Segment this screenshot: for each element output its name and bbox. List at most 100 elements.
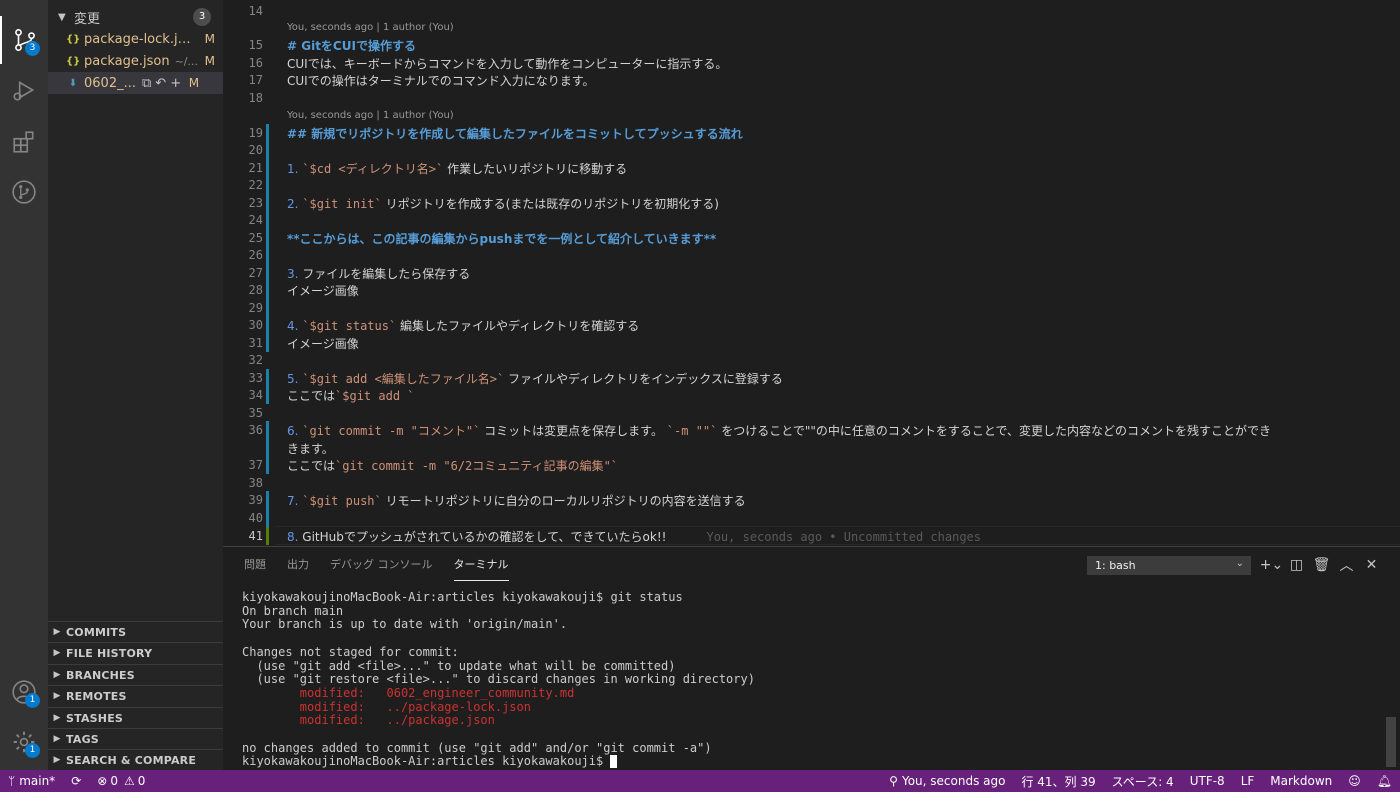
section-file-history[interactable]: ▶ FILE HISTORY — [48, 642, 223, 663]
panel-tabs: 問題 出力 デバッグ コンソール ターミナル — [223, 547, 509, 581]
maximize-panel-icon[interactable]: ︿ — [1334, 555, 1359, 575]
run-debug-icon — [13, 81, 35, 101]
line-number: 30 — [248, 318, 263, 332]
extensions-icon — [13, 131, 34, 153]
terminal-line: (use "git restore <file>..." to discard … — [242, 672, 755, 687]
list-number: 1. — [287, 161, 299, 176]
inline-code: `git commit -m "コメント"` — [302, 423, 481, 438]
changed-file-row[interactable]: {} package-lock.js... M — [48, 28, 223, 50]
changed-file-row[interactable]: ⬇ 0602_... ⧉ ↶ + M — [48, 72, 223, 94]
file-name: 0602_... — [84, 75, 136, 91]
line-text: GitHubでプッシュがされているかの確認をして、できていたらok!! — [302, 529, 667, 544]
line-number: 16 — [248, 56, 263, 70]
line-number: 17 — [248, 73, 263, 87]
close-panel-icon[interactable]: ✕ — [1359, 555, 1384, 575]
section-search-compare[interactable]: ▶ SEARCH & COMPARE — [48, 749, 223, 770]
tab-problems[interactable]: 問題 — [244, 547, 266, 581]
feedback-button[interactable]: ☺ — [1340, 770, 1369, 792]
line-text: 編集したファイルやディレクトリを確認する — [400, 318, 640, 333]
section-label: SEARCH & COMPARE — [66, 753, 197, 767]
code-line-wrap: きます。 — [223, 439, 1400, 457]
open-file-icon[interactable]: ⧉ — [142, 76, 151, 91]
trash-icon[interactable]: 🗑 — [1309, 555, 1334, 575]
terminal-select[interactable]: 1: bash ⌄ — [1087, 556, 1251, 575]
code-line: 33 5. `$git add <編集したファイル名>` ファイルやディレクトリを… — [223, 369, 1400, 387]
line-number: 35 — [248, 406, 263, 420]
line-text: をつけることで""の中に任意のコメントをすることで、変更した内容などのコメントを… — [721, 423, 1272, 438]
git-branch-icon: ᛘ — [8, 774, 16, 788]
chevron-right-icon: ▶ — [53, 627, 61, 637]
error-icon: ⊗ — [97, 774, 108, 788]
line-text: イメージ画像 — [287, 283, 359, 298]
notifications-button[interactable]: 🔔︎ — [1369, 770, 1400, 792]
sync-icon: ⟳ — [71, 774, 82, 788]
line-number: 28 — [248, 283, 263, 297]
blame-status[interactable]: ⚲ You, seconds ago — [881, 770, 1013, 792]
line-number: 40 — [248, 511, 263, 525]
line-text: CUIでの操作はターミナルでのコマンド入力になります。 — [287, 73, 595, 88]
encoding[interactable]: UTF-8 — [1182, 770, 1233, 792]
blame-annotation[interactable]: You, seconds ago | 1 author (You) — [287, 110, 454, 124]
list-number: 5. — [287, 371, 299, 386]
section-stashes[interactable]: ▶ STASHES — [48, 707, 223, 728]
stage-changes-icon[interactable]: + — [170, 76, 181, 91]
problems-indicator[interactable]: ⊗ 0 ⚠ 0 — [89, 770, 153, 792]
changes-header[interactable]: ▼ 変更 3 — [48, 6, 223, 28]
section-commits[interactable]: ▶ COMMITS — [48, 621, 223, 642]
code-line: 22 — [223, 176, 1400, 194]
git-graph-activity[interactable] — [0, 168, 48, 216]
line-number: 18 — [248, 91, 263, 105]
terminal-cursor — [610, 755, 618, 769]
code-line: 31 イメージ画像 — [223, 334, 1400, 352]
code-line: 18 — [223, 89, 1400, 107]
code-line: 20 — [223, 141, 1400, 159]
list-number: 4. — [287, 318, 299, 333]
line-number: 26 — [248, 248, 263, 262]
list-number: 3. — [287, 266, 299, 281]
source-control-activity[interactable]: 3 — [0, 16, 48, 64]
line-number: 36 — [248, 423, 263, 437]
terminal-output[interactable]: kiyokawakoujinoMacBook-Air:articles kiyo… — [242, 590, 755, 769]
line-text: きます。 — [287, 441, 334, 456]
line-number: 23 — [248, 196, 263, 210]
error-count: 0 — [110, 774, 118, 788]
inline-blame: You, seconds ago • Uncommitted changes — [706, 529, 982, 544]
indentation[interactable]: スペース: 4 — [1104, 770, 1182, 792]
file-name: package-lock.js... — [84, 31, 197, 47]
file-name: package.json — [84, 53, 170, 69]
section-branches[interactable]: ▶ BRANCHES — [48, 664, 223, 685]
branch-name: main* — [19, 774, 56, 788]
end-of-line[interactable]: LF — [1233, 770, 1263, 792]
run-debug-activity[interactable] — [0, 66, 48, 114]
editor[interactable]: 14 You, seconds ago | 1 author (You) 15 #… — [223, 0, 1400, 545]
discard-changes-icon[interactable]: ↶ — [155, 76, 166, 91]
changed-file-row[interactable]: {} package.json ~/... M — [48, 50, 223, 72]
terminal-line-modified: modified: 0602_engineer_community.md — [242, 685, 575, 700]
line-number: 32 — [248, 353, 263, 367]
tab-output[interactable]: 出力 — [287, 547, 309, 581]
line-number: 14 — [248, 4, 263, 18]
tab-debug-console[interactable]: デバッグ コンソール — [330, 547, 433, 581]
terminal-scrollbar[interactable] — [1386, 717, 1396, 767]
line-number: 33 — [248, 371, 263, 385]
settings-activity[interactable]: 1 — [0, 718, 48, 766]
cursor-position[interactable]: 行 41、列 39 — [1013, 770, 1103, 792]
branch-indicator[interactable]: ᛘ main* — [0, 770, 63, 792]
extensions-activity[interactable] — [0, 118, 48, 166]
section-label: STASHES — [66, 711, 124, 725]
sync-button[interactable]: ⟳ — [63, 770, 89, 792]
new-terminal-icon[interactable]: +⌄ — [1259, 555, 1284, 575]
tab-terminal[interactable]: ターミナル — [453, 547, 509, 581]
section-tags[interactable]: ▶ TAGS — [48, 728, 223, 749]
accounts-activity[interactable]: 1 — [0, 668, 48, 716]
terminal-prompt-line: kiyokawakoujinoMacBook-Air:articles kiyo… — [242, 755, 755, 769]
blame-annotation[interactable]: You, seconds ago | 1 author (You) — [287, 22, 454, 36]
section-remotes[interactable]: ▶ REMOTES — [48, 685, 223, 706]
language-mode[interactable]: Markdown — [1262, 770, 1340, 792]
split-terminal-icon[interactable]: ◫ — [1284, 555, 1309, 575]
line-number: 15 — [248, 38, 263, 52]
file-status: M — [204, 32, 215, 46]
terminal-line: no changes added to commit (use "git add… — [242, 740, 712, 755]
code-line: 21 1. `$cd <ディレクトリ名>` 作業したいリポジトリに移動する — [223, 159, 1400, 177]
